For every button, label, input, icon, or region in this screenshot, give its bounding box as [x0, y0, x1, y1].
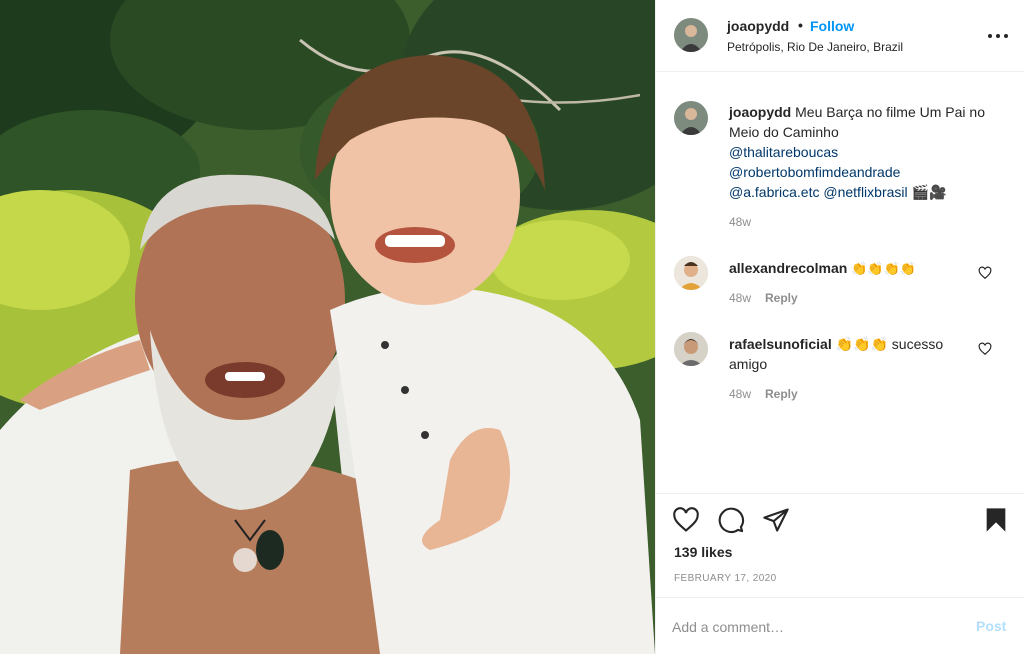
mention-link[interactable]: @a.fabrica.etc [729, 184, 819, 200]
post-image [0, 0, 655, 654]
post-header: joaopydd • Follow Petrópolis, Rio De Jan… [656, 0, 1024, 72]
post-date[interactable]: FEBRUARY 17, 2020 [674, 573, 777, 584]
reply-button[interactable]: Reply [765, 291, 798, 305]
bookmark-icon[interactable] [982, 506, 1010, 534]
comment-meta: 48w Reply [729, 387, 798, 401]
comment-time[interactable]: 48w [729, 387, 751, 401]
like-comment-icon[interactable] [978, 266, 992, 280]
comment-body: rafaelsunoficial 👏👏👏 sucesso amigo [729, 334, 959, 374]
location-link[interactable]: Petrópolis, Rio De Janeiro, Brazil [727, 40, 903, 54]
comment-meta: 48w Reply [729, 291, 798, 305]
like-comment-icon[interactable] [978, 342, 992, 356]
caption-emoji: 🎬🎥 [911, 184, 947, 200]
heart-icon[interactable] [672, 506, 700, 534]
commenter-avatar[interactable] [674, 256, 708, 290]
post-photo[interactable] [0, 0, 655, 654]
reply-button[interactable]: Reply [765, 387, 798, 401]
separator-dot: • [798, 17, 803, 33]
mention-link[interactable]: @robertobomfimdeandrade [729, 164, 900, 180]
comment-input[interactable] [672, 616, 962, 638]
caption-username[interactable]: joaopydd [729, 104, 791, 120]
comment-icon[interactable] [717, 506, 745, 534]
comments-section: joaopydd Meu Barça no filme Um Pai no Me… [656, 72, 1024, 492]
author-username[interactable]: joaopydd [727, 18, 789, 34]
post-comment-button[interactable]: Post [976, 618, 1006, 634]
more-options-icon[interactable] [986, 26, 1010, 46]
author-avatar[interactable] [674, 18, 708, 52]
caption-avatar[interactable] [674, 101, 708, 135]
comment-text: 👏👏👏👏 [851, 262, 916, 277]
comment-username[interactable]: rafaelsunoficial [729, 336, 832, 352]
caption-time[interactable]: 48w [729, 215, 751, 229]
share-icon[interactable] [762, 506, 790, 534]
post-sidebar: joaopydd • Follow Petrópolis, Rio De Jan… [655, 0, 1024, 654]
add-comment-bar: Post [656, 597, 1024, 654]
comment-time[interactable]: 48w [729, 291, 751, 305]
post-actions: 139 likes FEBRUARY 17, 2020 [656, 493, 1024, 593]
commenter-avatar[interactable] [674, 332, 708, 366]
comment-body: allexandrecolman 👏👏👏👏 [729, 258, 959, 280]
follow-button[interactable]: Follow [810, 18, 854, 34]
mention-link[interactable]: @netflixbrasil [823, 184, 907, 200]
post-caption: joaopydd Meu Barça no filme Um Pai no Me… [729, 102, 997, 202]
likes-count[interactable]: 139 likes [674, 544, 732, 560]
mention-link[interactable]: @thalitareboucas [729, 144, 838, 160]
comment-username[interactable]: allexandrecolman [729, 260, 847, 276]
